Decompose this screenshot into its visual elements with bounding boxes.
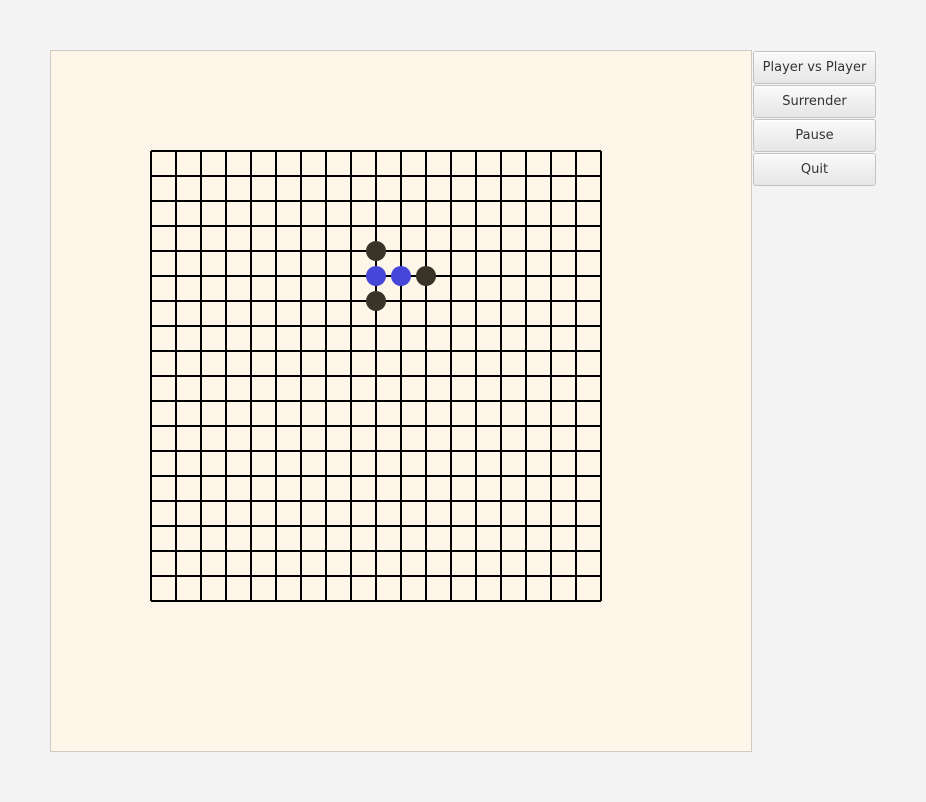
black-stone — [366, 241, 386, 261]
game-window: Player vs Player Surrender Pause Quit — [0, 0, 926, 802]
black-stone — [416, 266, 436, 286]
pause-button[interactable]: Pause — [753, 119, 876, 152]
control-panel: Player vs Player Surrender Pause Quit — [753, 51, 876, 187]
board-grid — [150, 150, 602, 602]
board-panel[interactable] — [50, 50, 752, 752]
quit-button[interactable]: Quit — [753, 153, 876, 186]
game-board[interactable] — [51, 51, 751, 751]
blue-stone — [366, 266, 386, 286]
surrender-button[interactable]: Surrender — [753, 85, 876, 118]
blue-stone — [391, 266, 411, 286]
black-stone — [366, 291, 386, 311]
mode-button[interactable]: Player vs Player — [753, 51, 876, 84]
